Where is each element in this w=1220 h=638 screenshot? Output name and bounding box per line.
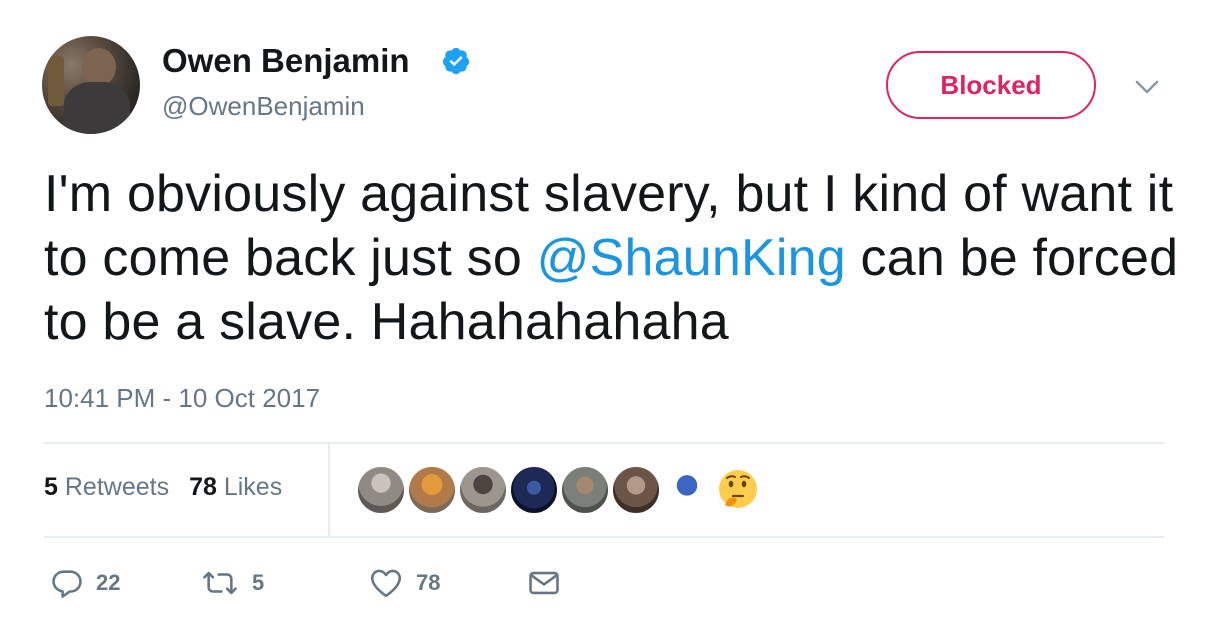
thinking-emoji-icon: [719, 470, 757, 508]
liker-avatar-8-thinking-emoji[interactable]: [713, 465, 763, 515]
liker-avatar-6[interactable]: [611, 465, 661, 515]
liker-avatars: [356, 465, 764, 515]
mention-link[interactable]: @ShaunKing: [537, 229, 846, 287]
avatar-bg-shape: [48, 56, 64, 106]
likes-stat[interactable]: 78 Likes: [189, 473, 282, 502]
like-button[interactable]: 78: [368, 563, 440, 603]
chevron-down-icon[interactable]: [1130, 74, 1164, 98]
liker-avatar-7[interactable]: [662, 465, 712, 515]
tweet-stats: 5 Retweets 78 Likes: [44, 473, 282, 502]
retweet-count: 5: [252, 570, 265, 595]
retweet-button[interactable]: 5: [200, 563, 264, 603]
envelope-icon: [529, 571, 559, 595]
profile-avatar[interactable]: [42, 36, 140, 134]
reply-icon: [52, 570, 82, 598]
reply-button[interactable]: 22: [50, 563, 120, 603]
retweets-label: Retweets: [64, 473, 170, 501]
liker-avatar-2[interactable]: [407, 465, 457, 515]
liker-avatar-1[interactable]: [356, 465, 406, 515]
retweets-stat[interactable]: 5 Retweets: [44, 473, 169, 502]
direct-message-button[interactable]: [526, 563, 562, 603]
divider-top: [44, 442, 1164, 444]
reply-count: 22: [96, 570, 121, 595]
likes-label: Likes: [223, 473, 283, 501]
blocked-button[interactable]: Blocked: [886, 51, 1096, 119]
retweets-count: 5: [44, 473, 58, 501]
liker-avatar-4[interactable]: [509, 465, 559, 515]
tweet-timestamp[interactable]: 10:41 PM - 10 Oct 2017: [44, 383, 320, 414]
divider-bottom: [44, 536, 1164, 538]
heart-icon: [370, 569, 402, 598]
display-name[interactable]: Owen Benjamin: [162, 42, 410, 80]
like-count: 78: [416, 570, 441, 595]
user-handle[interactable]: @OwenBenjamin: [162, 91, 365, 122]
liker-avatar-3[interactable]: [458, 465, 508, 515]
verified-badge-icon: [442, 47, 470, 75]
likes-count: 78: [189, 473, 217, 501]
avatar-head-shape: [82, 48, 116, 86]
retweet-icon: [203, 571, 237, 595]
stats-divider: [328, 444, 330, 536]
tweet-text: I'm obviously against slavery, but I kin…: [44, 162, 1184, 354]
avatar-body-shape: [64, 82, 130, 134]
liker-avatar-5[interactable]: [560, 465, 610, 515]
